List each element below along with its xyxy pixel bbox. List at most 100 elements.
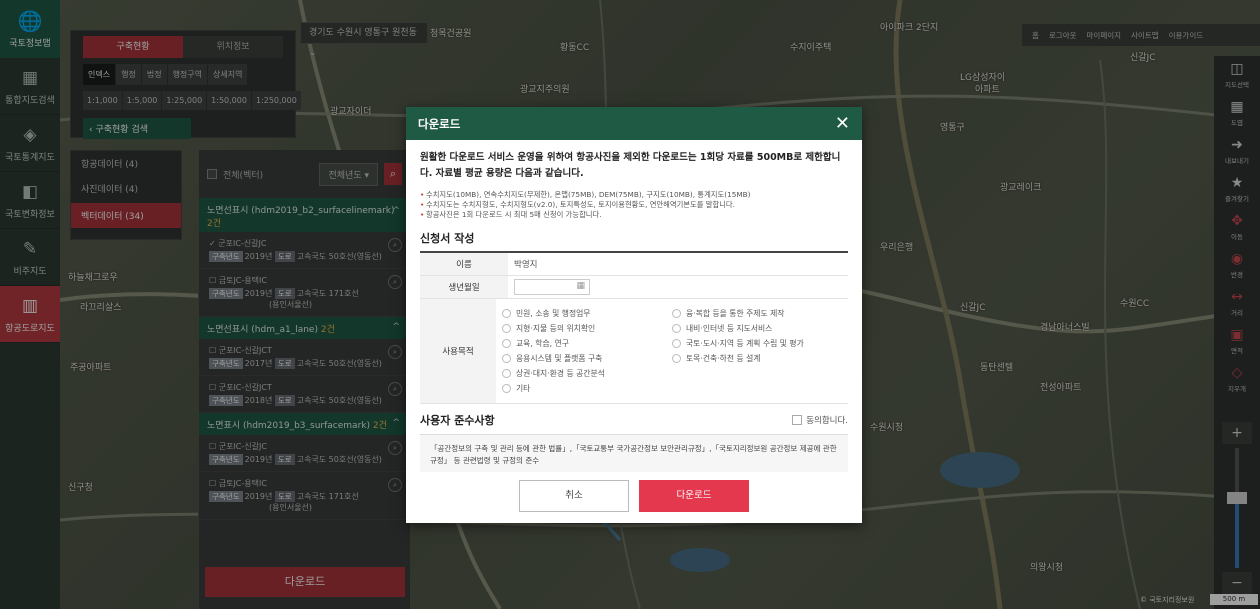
- purpose-option[interactable]: 지형·지물 등의 위치확인: [502, 323, 672, 334]
- birthdate-input[interactable]: ▦: [514, 279, 590, 295]
- zoom-to-icon[interactable]: ⌕: [388, 441, 402, 455]
- list-item[interactable]: ☐ 금토JC-용택IC 구축년도 2019년 도로 고속국도 171호선 (용인서울…: [199, 269, 410, 317]
- purpose-option[interactable]: 융·복합 등을 통한 주제도 제작: [672, 308, 842, 319]
- address-dropdown[interactable]: 경기도 수원시 영통구 원천동 ⌄: [300, 22, 428, 58]
- calendar-icon[interactable]: ▦: [576, 281, 585, 291]
- checkbox-icon[interactable]: ✓: [209, 239, 218, 248]
- category-photo[interactable]: 사진데이터 (4): [71, 176, 181, 201]
- list-item[interactable]: ☐ 금토JC-용택IC 구축년도 2019년 도로 고속국도 171호선 (용인서울…: [199, 472, 410, 520]
- purpose-option[interactable]: 토목·건축·하천 등 설계: [672, 353, 842, 364]
- purpose-option[interactable]: 내비·인터넷 등 지도서비스: [672, 323, 842, 334]
- search-button[interactable]: ⌕: [384, 163, 402, 185]
- chevron-up-icon[interactable]: ^: [392, 418, 400, 428]
- select-all-checkbox[interactable]: [207, 169, 217, 179]
- zoom-to-icon[interactable]: ⌕: [388, 382, 402, 396]
- list-item[interactable]: ☐ 군포IC-신갈JCT 구축년도 2018년 도로 고속국도 50호선(영동선) …: [199, 376, 410, 413]
- zoom-in-button[interactable]: +: [1222, 422, 1252, 444]
- checkbox-icon[interactable]: ☐: [209, 479, 219, 488]
- group-header[interactable]: 노면표시 (hdm2019_b3_surfacemark) 2건 ^: [199, 413, 410, 435]
- purpose-option[interactable]: 교육, 학습, 연구: [502, 338, 672, 349]
- year-select[interactable]: 전체년도 ▾: [319, 162, 378, 186]
- category-vector[interactable]: 벡터데이터 (34): [71, 203, 181, 228]
- sidebar-item-aerial-road-map[interactable]: ▥ 항공도로지도: [0, 286, 60, 343]
- checkbox-icon[interactable]: ☐: [209, 442, 219, 451]
- close-icon[interactable]: ✕: [835, 113, 850, 134]
- purpose-option[interactable]: 국토·도시·지역 등 계획 수립 및 평가: [672, 338, 842, 349]
- checkbox-icon[interactable]: [792, 415, 803, 425]
- filter-legal[interactable]: 법정: [141, 64, 167, 85]
- year-tag: 구축년도: [209, 358, 243, 369]
- results-download-button[interactable]: 다운로드: [205, 567, 405, 597]
- sidebar-item-change-info[interactable]: ◧ 국토변화정보: [0, 172, 60, 229]
- zoom-to-icon[interactable]: ⌕: [388, 478, 402, 492]
- purpose-option[interactable]: 응용시스템 및 플랫폼 구축: [502, 353, 672, 364]
- radio-button[interactable]: [672, 354, 681, 363]
- tool-grid[interactable]: ▦ 도엽: [1214, 94, 1260, 132]
- zoom-slider-handle[interactable]: [1227, 492, 1247, 505]
- guide-link[interactable]: 이용가이드: [1169, 30, 1204, 41]
- zoom-to-icon[interactable]: ⌕: [388, 275, 402, 289]
- group-header[interactable]: 노면선표시 (hdm_a1_lane) 2건 ^: [199, 317, 410, 339]
- tab-location-info[interactable]: 위치정보: [183, 36, 283, 58]
- radio-button[interactable]: [502, 369, 511, 378]
- tab-build-status[interactable]: 구축현황: [83, 36, 183, 58]
- home-link[interactable]: 홈: [1032, 30, 1039, 41]
- agree-checkbox[interactable]: 동의합니다.: [792, 414, 848, 426]
- radio-button[interactable]: [502, 339, 511, 348]
- back-to-search-button[interactable]: ‹ 구축현황 검색: [83, 118, 191, 139]
- tool-area[interactable]: ▣ 면적: [1214, 322, 1260, 360]
- download-button[interactable]: 다운로드: [639, 480, 749, 512]
- mypage-link[interactable]: 마이페이지: [1087, 30, 1122, 41]
- tool-export[interactable]: ➜ 내보내기: [1214, 132, 1260, 170]
- list-item[interactable]: ☐ 군포IC-신갈JC 구축년도 2019년 도로 고속국도 50호선(영동선) ⌕: [199, 435, 410, 472]
- filter-index[interactable]: 인덱스: [83, 64, 116, 85]
- cancel-button[interactable]: 취소: [519, 480, 629, 512]
- scale-5000[interactable]: 1:5,000: [122, 91, 162, 110]
- tool-radius[interactable]: ◉ 반경: [1214, 246, 1260, 284]
- scale-1000[interactable]: 1:1,000: [83, 91, 122, 110]
- purpose-option-label: 지형·지물 등의 위치확인: [516, 324, 596, 333]
- checkbox-icon[interactable]: ☐: [209, 276, 219, 285]
- radio-button[interactable]: [502, 384, 511, 393]
- purpose-option[interactable]: 기타: [502, 383, 672, 394]
- checkbox-icon[interactable]: ☐: [209, 383, 219, 392]
- zoom-to-icon[interactable]: ⌕: [388, 345, 402, 359]
- scale-250000[interactable]: 1:250,000: [251, 91, 301, 110]
- logout-link[interactable]: 로그아웃: [1049, 30, 1077, 41]
- group-header[interactable]: 노면선표시 (hdm2019_b2_surfacelinemark) 2건 ^: [199, 198, 410, 232]
- scale-25000[interactable]: 1:25,000: [162, 91, 207, 110]
- chevron-up-icon[interactable]: ^: [392, 322, 400, 332]
- sitemap-link[interactable]: 사이트맵: [1131, 30, 1159, 41]
- filter-detail-area[interactable]: 상세지역: [208, 64, 248, 85]
- zoom-slider[interactable]: [1227, 448, 1247, 568]
- category-aerial[interactable]: 항공데이터 (4): [71, 151, 181, 176]
- radio-button[interactable]: [502, 309, 511, 318]
- chevron-up-icon[interactable]: ^: [392, 206, 400, 216]
- tool-distance[interactable]: ↔ 거리: [1214, 284, 1260, 322]
- radio-button[interactable]: [502, 354, 511, 363]
- list-item[interactable]: ✓ 군포IC-신갈JC 구축년도 2019년 도로 고속국도 50호선(영동선) ⌕: [199, 232, 410, 269]
- export-icon: ➜: [1231, 137, 1243, 153]
- scale-50000[interactable]: 1:50,000: [207, 91, 251, 110]
- zoom-to-icon[interactable]: ⌕: [388, 238, 402, 252]
- purpose-option[interactable]: 상권·대지·환경 등 공간분석: [502, 368, 672, 379]
- sidebar-item-stats-map[interactable]: ◈ 국토통계지도: [0, 115, 60, 172]
- zoom-out-button[interactable]: −: [1222, 572, 1252, 594]
- sidebar-item-integrated-search[interactable]: ▦ 통합지도검색: [0, 58, 60, 115]
- tool-map-select[interactable]: ◫ 지도선택: [1214, 56, 1260, 94]
- radio-button[interactable]: [672, 339, 681, 348]
- radio-button[interactable]: [502, 324, 511, 333]
- radio-button[interactable]: [672, 309, 681, 318]
- sidebar-item-visual-map[interactable]: ✎ 비주지도: [0, 229, 60, 286]
- tool-eraser[interactable]: ◇ 지우개: [1214, 360, 1260, 398]
- radio-button[interactable]: [672, 324, 681, 333]
- tool-move[interactable]: ✥ 이동: [1214, 208, 1260, 246]
- purpose-option[interactable]: 민원, 소송 및 행정업무: [502, 308, 672, 319]
- checkbox-icon[interactable]: ☐: [209, 346, 219, 355]
- item-year: 2019년: [244, 492, 273, 501]
- filter-admin-area[interactable]: 행정구역: [167, 64, 208, 85]
- list-item[interactable]: ☐ 군포IC-신갈JCT 구축년도 2017년 도로 고속국도 50호선(영동선) …: [199, 339, 410, 376]
- sidebar-logo[interactable]: 🌐 국토정보맵: [0, 0, 60, 58]
- tool-favorite[interactable]: ★ 즐겨찾기: [1214, 170, 1260, 208]
- filter-admin[interactable]: 행정: [116, 64, 141, 85]
